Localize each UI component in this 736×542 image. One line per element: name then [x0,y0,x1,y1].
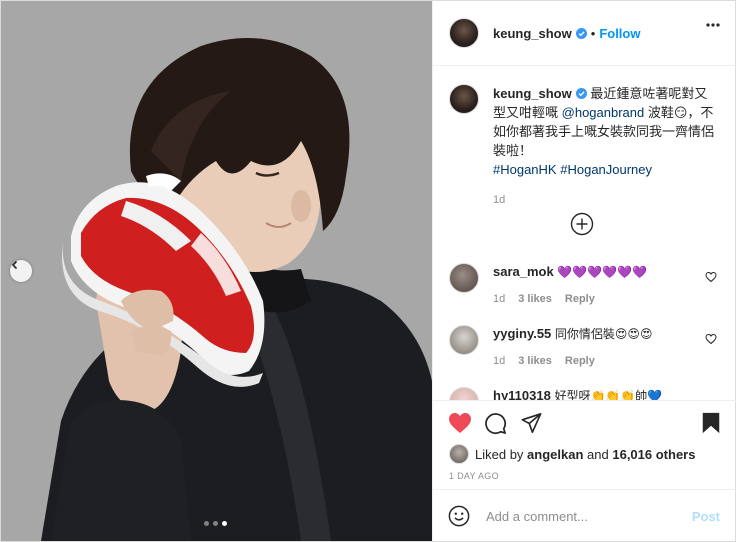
commenter-avatar[interactable] [449,325,479,355]
liked-by-prefix: Liked by [475,446,524,462]
heart-filled-icon[interactable] [448,412,472,434]
emoji-picker-icon[interactable] [448,505,470,527]
comment-text: 好型呀👏👏👏帥💙 [554,389,663,400]
post-time[interactable]: 1 DAY AGO [449,471,499,481]
post-actions [433,400,736,446]
commenter-avatar[interactable] [449,387,479,400]
more-options-icon[interactable] [706,23,720,27]
comment-icon[interactable] [484,412,507,435]
comment-body: yyginy.55 同你情侶裝😍😍😍 [493,325,701,343]
heart-outline-icon[interactable] [705,271,717,283]
comment-body: hy110318 好型呀👏👏👏帥💙 [493,387,701,400]
verified-badge-icon [575,88,587,99]
liker-avatar[interactable] [449,444,469,464]
comment-item: yyginy.55 同你情侶裝😍😍😍 1d 3 likes Reply [449,325,721,373]
post-side-panel: keung_show • Follow keung_show 最近鍾意咗著呢對又… [432,1,736,541]
carousel-prev-button[interactable] [10,260,32,282]
hashtag-link[interactable]: #HoganHK [493,162,557,177]
caption-text: keung_show 最近鍾意咗著呢對又型又咁輕嘅 @hoganbrand 波鞋… [493,84,719,210]
separator-dot: • [590,25,596,41]
share-icon[interactable] [520,412,543,434]
post-photo [1,1,432,541]
post-comment-button[interactable]: Post [692,509,720,524]
author-avatar[interactable] [449,84,479,114]
commenter-avatar[interactable] [449,263,479,293]
author-avatar[interactable] [449,18,479,48]
load-more-comments-icon[interactable] [570,212,594,236]
comment-item: hy110318 好型呀👏👏👏帥💙 [449,387,721,400]
comment-reply-button[interactable]: Reply [565,293,595,305]
photo-illustration [1,1,432,541]
commenter-username[interactable]: sara_mok [493,264,554,279]
liked-by-and: and [587,446,609,462]
comments-scroll-area[interactable]: keung_show 最近鍾意咗著呢對又型又咁輕嘅 @hoganbrand 波鞋… [433,66,736,400]
carousel-dot [204,521,209,526]
comment-text: 同你情侶裝😍😍😍 [554,327,653,341]
commenter-username[interactable]: yyginy.55 [493,326,551,341]
comment-meta: 1d 3 likes Reply [493,355,595,367]
liked-by-others[interactable]: 16,016 others [612,447,695,462]
comment-meta: 1d 3 likes Reply [493,293,595,305]
add-comment-input[interactable] [484,507,678,525]
bookmark-filled-icon[interactable] [701,412,721,434]
follow-button[interactable]: Follow [599,26,640,41]
verified-badge-icon [575,27,587,39]
comment-text: 💜💜💜💜💜💜 [557,265,647,279]
carousel-dot-active [222,521,227,526]
comment-likes[interactable]: 3 likes [518,293,552,305]
chevron-left-icon [11,260,18,270]
comment-body: sara_mok 💜💜💜💜💜💜 [493,263,701,281]
post-header: keung_show • Follow [433,1,736,66]
comment-likes[interactable]: 3 likes [518,355,552,367]
author-username[interactable]: keung_show [493,26,572,41]
carousel-dot [213,521,218,526]
caption-username[interactable]: keung_show [493,86,572,101]
add-comment-bar: Post [433,489,736,542]
commenter-username[interactable]: hy110318 [493,388,551,400]
comment-item: sara_mok 💜💜💜💜💜💜 1d 3 likes Reply [449,263,721,311]
comment-reply-button[interactable]: Reply [565,355,595,367]
heart-outline-icon[interactable] [705,333,717,345]
carousel-indicator [204,521,227,526]
mention-link[interactable]: @hoganbrand [562,105,645,120]
liked-by-user[interactable]: angelkan [527,447,583,462]
comment-age: 1d [493,355,506,367]
likes-summary: Liked by angelkan and 16,016 others [449,444,695,464]
caption-age: 1d [493,194,506,206]
comment-age: 1d [493,293,506,305]
instagram-post: keung_show • Follow keung_show 最近鍾意咗著呢對又… [0,0,736,542]
hashtag-link[interactable]: #HoganJourney [560,162,652,177]
